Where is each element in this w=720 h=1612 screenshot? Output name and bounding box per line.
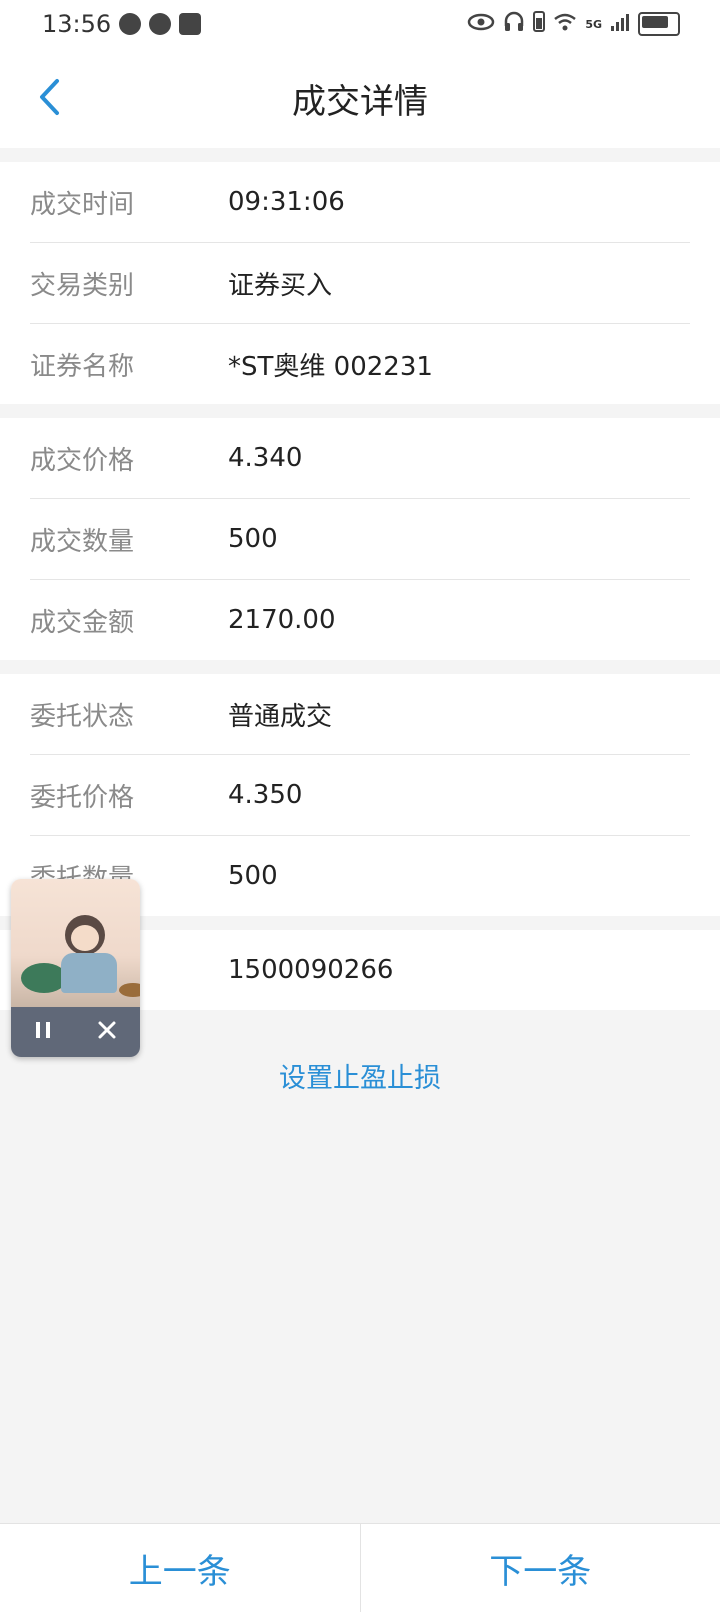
page-title: 成交详情: [292, 81, 428, 122]
row-value: 4.340: [228, 443, 303, 473]
row-value: 500: [228, 524, 278, 554]
detail-row-trade-price: 成交价格 4.340: [30, 418, 690, 499]
row-label: 证券名称: [30, 351, 135, 382]
row-value: 4.350: [228, 780, 303, 810]
battery-icon: [638, 12, 680, 36]
wechat-icon: [149, 13, 172, 35]
girl-face-illustration: [71, 925, 99, 951]
network-type: 5G: [585, 17, 602, 31]
headphones-icon: [503, 10, 525, 38]
row-value: 2170.00: [228, 605, 336, 635]
row-label: 成交金额: [30, 607, 135, 638]
next-button[interactable]: 下一条: [359, 1524, 720, 1612]
back-button[interactable]: [26, 74, 72, 120]
trade-info-group: 成交时间 09:31:06 交易类别 证券买入 证券名称 *ST奥维 00223…: [0, 162, 720, 404]
row-value: 1500090266: [228, 955, 394, 985]
row-label: 成交价格: [30, 445, 135, 476]
detail-row-trade-time: 成交时间 09:31:06: [30, 162, 690, 243]
row-label: 委托状态: [30, 701, 135, 732]
detail-row-trade-amount: 成交金额 2170.00: [30, 580, 690, 660]
status-bar: 13:56 5G: [0, 0, 720, 48]
bowl-illustration: [119, 983, 140, 997]
girl-body-illustration: [61, 953, 117, 993]
row-label: 成交时间: [30, 189, 135, 220]
detail-row-security-name: 证券名称 *ST奥维 002231: [30, 324, 690, 404]
notification-app-icon: [119, 13, 142, 35]
row-label: 交易类别: [30, 270, 135, 301]
previous-button[interactable]: 上一条: [0, 1524, 360, 1612]
eye-icon: [467, 10, 495, 38]
chevron-left-icon: [40, 79, 59, 115]
wifi-icon: [553, 10, 577, 38]
trade-amount-group: 成交价格 4.340 成交数量 500 成交金额 2170.00: [0, 418, 720, 660]
detail-row-order-price: 委托价格 4.350: [30, 755, 690, 836]
set-stop-profit-loss-link[interactable]: 设置止盈止损: [0, 1056, 720, 1095]
hand-icon: [179, 13, 202, 35]
detail-row-order-status: 委托状态 普通成交: [30, 674, 690, 755]
row-value: 09:31:06: [228, 187, 345, 217]
detail-row-trade-type: 交易类别 证券买入: [30, 243, 690, 324]
row-label: 委托价格: [30, 782, 135, 813]
pause-icon[interactable]: [34, 1017, 52, 1047]
status-left: 13:56: [42, 10, 202, 38]
status-right: 5G: [467, 10, 680, 38]
row-label: 成交数量: [30, 526, 135, 557]
floating-video-player[interactable]: [11, 879, 140, 1057]
video-thumbnail[interactable]: [11, 879, 140, 1007]
player-controls: [11, 1007, 140, 1057]
status-time: 13:56: [42, 10, 112, 38]
row-value: *ST奥维 002231: [228, 351, 433, 382]
close-icon[interactable]: [97, 1017, 117, 1047]
row-value: 500: [228, 861, 278, 891]
row-value: 证券买入: [228, 270, 333, 301]
signal-icon: [610, 10, 630, 38]
battery-saver-icon: [533, 10, 546, 38]
row-value: 普通成交: [228, 701, 333, 732]
detail-row-trade-quantity: 成交数量 500: [30, 499, 690, 580]
bottom-nav: 上一条 下一条: [0, 1523, 720, 1612]
nav-header: 成交详情: [0, 48, 720, 148]
